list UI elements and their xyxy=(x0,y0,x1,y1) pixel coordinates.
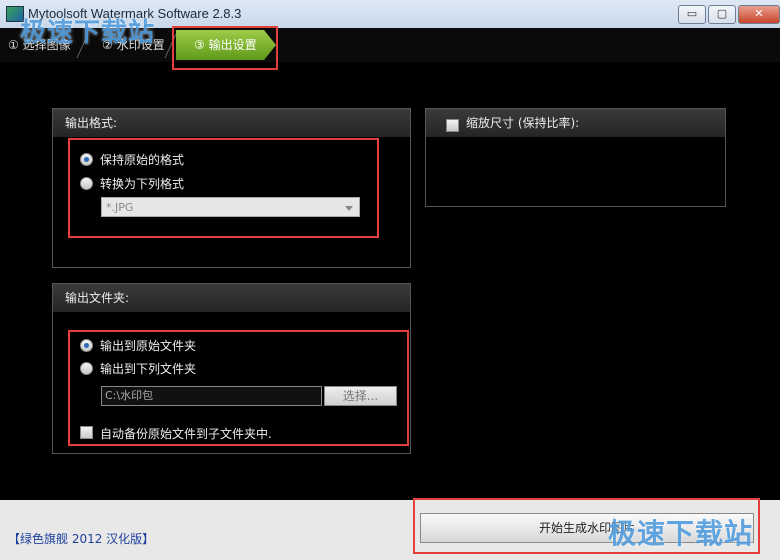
close-button[interactable]: ✕ xyxy=(738,5,780,24)
custom-folder-label[interactable]: 输出到下列文件夹 xyxy=(100,360,196,377)
app-window: Mytoolsoft Watermark Software 2.8.3 ▭ ▢ … xyxy=(0,0,780,560)
maximize-button[interactable]: ▢ xyxy=(708,5,736,24)
custom-folder-radio[interactable] xyxy=(80,362,93,375)
minimize-button[interactable]: ▭ xyxy=(678,5,706,24)
chevron-down-icon xyxy=(345,206,353,211)
output-format-heading: 输出格式: xyxy=(53,109,410,137)
keep-format-radio[interactable] xyxy=(80,153,93,166)
watermark-logo: 极速下载站 xyxy=(608,517,754,550)
original-folder-radio[interactable] xyxy=(80,339,93,352)
footer-credit: 【绿色旗舰 2012 汉化版】 xyxy=(8,532,155,546)
resize-panel: 缩放尺寸 (保持比率): xyxy=(425,108,726,207)
step-output-settings[interactable]: ③ 输出设置 xyxy=(176,30,276,60)
resize-checkbox[interactable] xyxy=(446,119,459,132)
backup-label[interactable]: 自动备份原始文件到子文件夹中. xyxy=(100,425,272,442)
format-select[interactable]: *.JPG xyxy=(101,197,360,217)
format-select-value: *.JPG xyxy=(106,201,134,214)
resize-heading: 缩放尺寸 (保持比率): xyxy=(426,109,725,137)
convert-format-label[interactable]: 转换为下列格式 xyxy=(100,175,184,192)
folder-path-input[interactable]: C:\水印包 xyxy=(101,386,322,406)
backup-checkbox[interactable] xyxy=(80,426,93,439)
output-folder-heading: 输出文件夹: xyxy=(53,284,410,312)
convert-format-radio[interactable] xyxy=(80,177,93,190)
original-folder-label[interactable]: 输出到原始文件夹 xyxy=(100,337,196,354)
watermark-logo: 极速下载站 xyxy=(20,18,156,48)
keep-format-label[interactable]: 保持原始的格式 xyxy=(100,151,184,168)
choose-folder-button[interactable]: 选择... xyxy=(324,386,397,406)
